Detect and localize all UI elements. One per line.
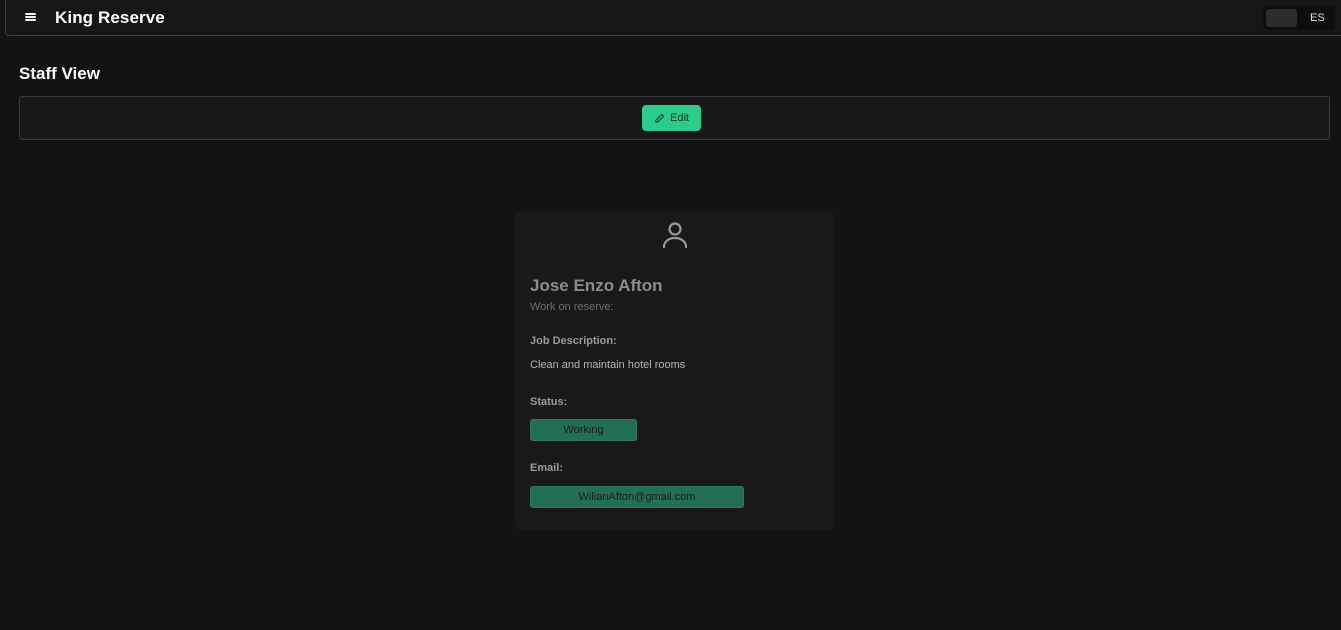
email-label: Email: [530,462,564,474]
staff-subtitle: Work on reserve: [530,301,614,313]
page-title: Staff View [19,64,100,83]
app-title: King Reserve [55,8,165,27]
theme-language-toggle[interactable]: ES [1263,6,1335,30]
staff-card: Jose Enzo Afton Work on reserve: Job Des… [515,212,835,530]
theme-toggle-switch[interactable] [1266,9,1297,27]
status-label: Status: [530,396,568,408]
top-navbar: King Reserve ES [5,0,1341,36]
job-description-value: Clean and maintain hotel rooms [530,359,686,371]
action-toolbar: Edit [19,96,1330,140]
job-description-label: Job Description: [530,335,617,347]
language-label[interactable]: ES [1310,12,1325,24]
status-badge: Working [530,419,637,441]
staff-name: Jose Enzo Afton [530,276,663,295]
edit-button-label: Edit [670,112,689,124]
edit-button[interactable]: Edit [642,105,701,131]
hamburger-menu-icon[interactable] [25,11,37,23]
user-icon [662,222,688,249]
pencil-icon [655,113,665,123]
email-badge: WilianAfton@gmail.com [530,486,744,508]
